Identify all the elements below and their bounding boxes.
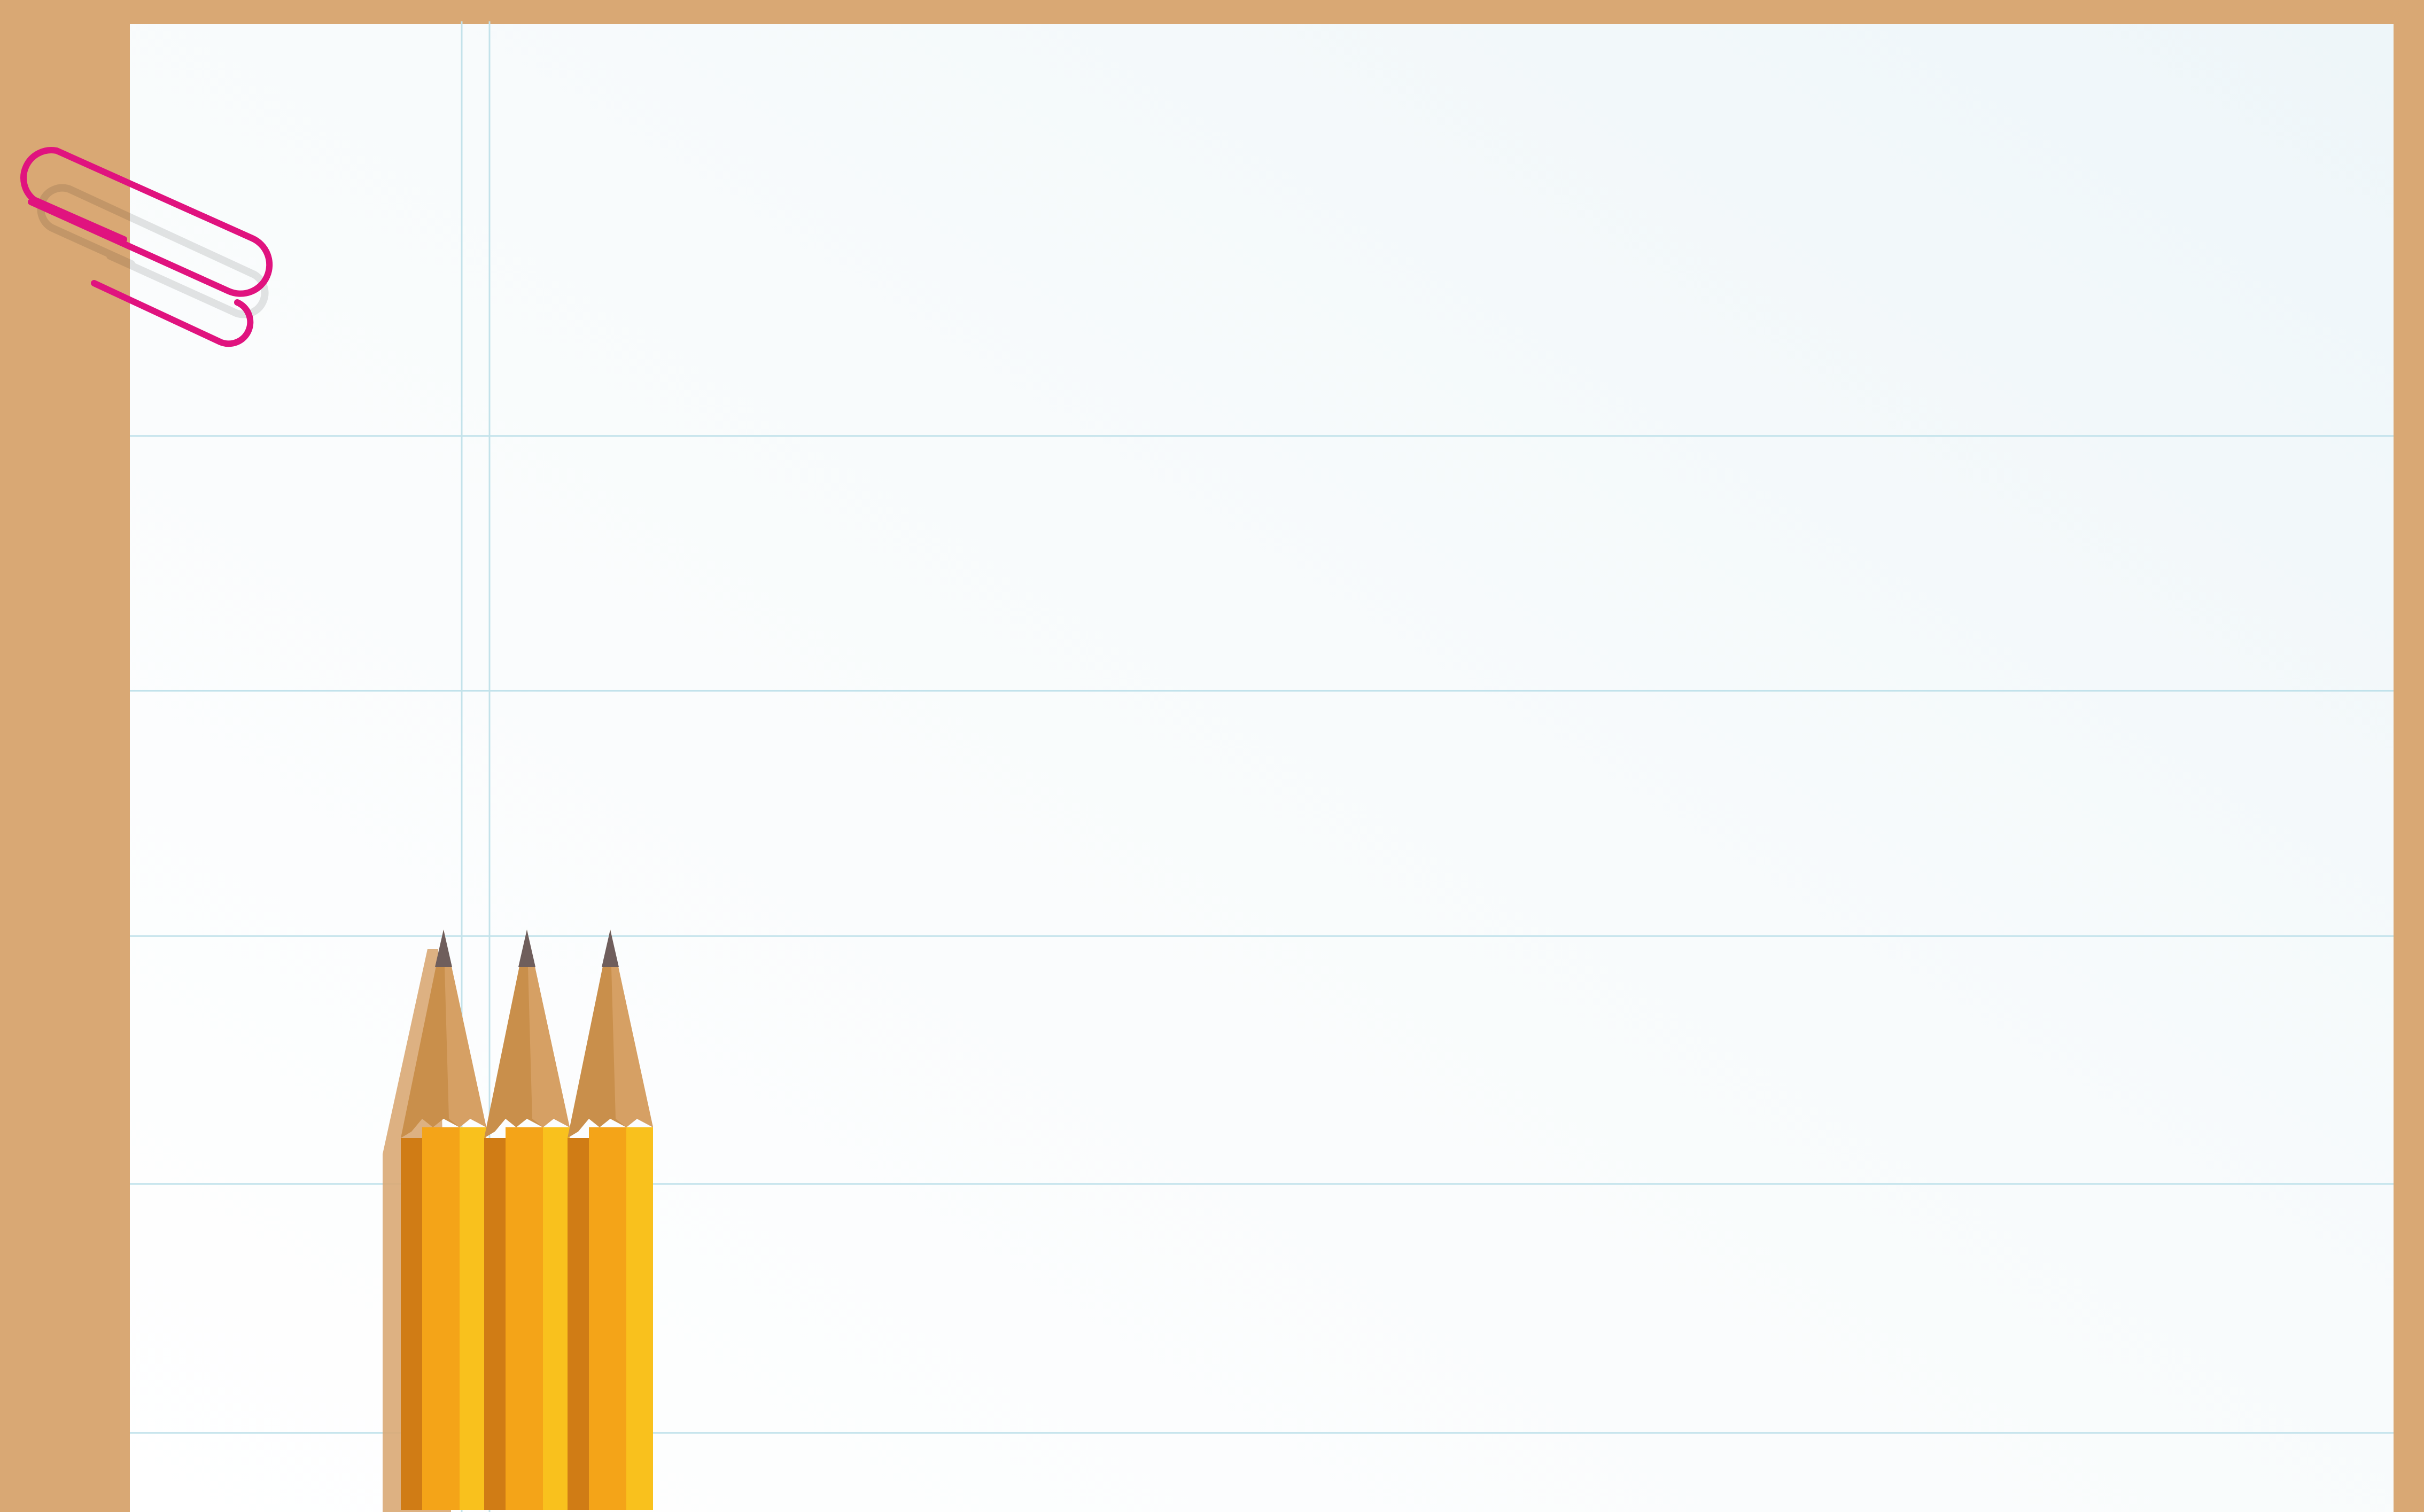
pencil-body-light (460, 1127, 486, 1510)
pencil-body-mid (422, 1127, 460, 1510)
pencil-body-light (543, 1127, 570, 1510)
pencils (383, 930, 653, 1512)
pencil-body-dark (484, 1138, 506, 1510)
pencil-body-light (626, 1127, 653, 1510)
notebook-scene (0, 0, 2424, 1512)
pencil-body-dark (401, 1138, 422, 1510)
pencil-body-mid (589, 1127, 626, 1510)
pencil-body-dark (568, 1138, 589, 1510)
pencil-body-mid (506, 1127, 543, 1510)
